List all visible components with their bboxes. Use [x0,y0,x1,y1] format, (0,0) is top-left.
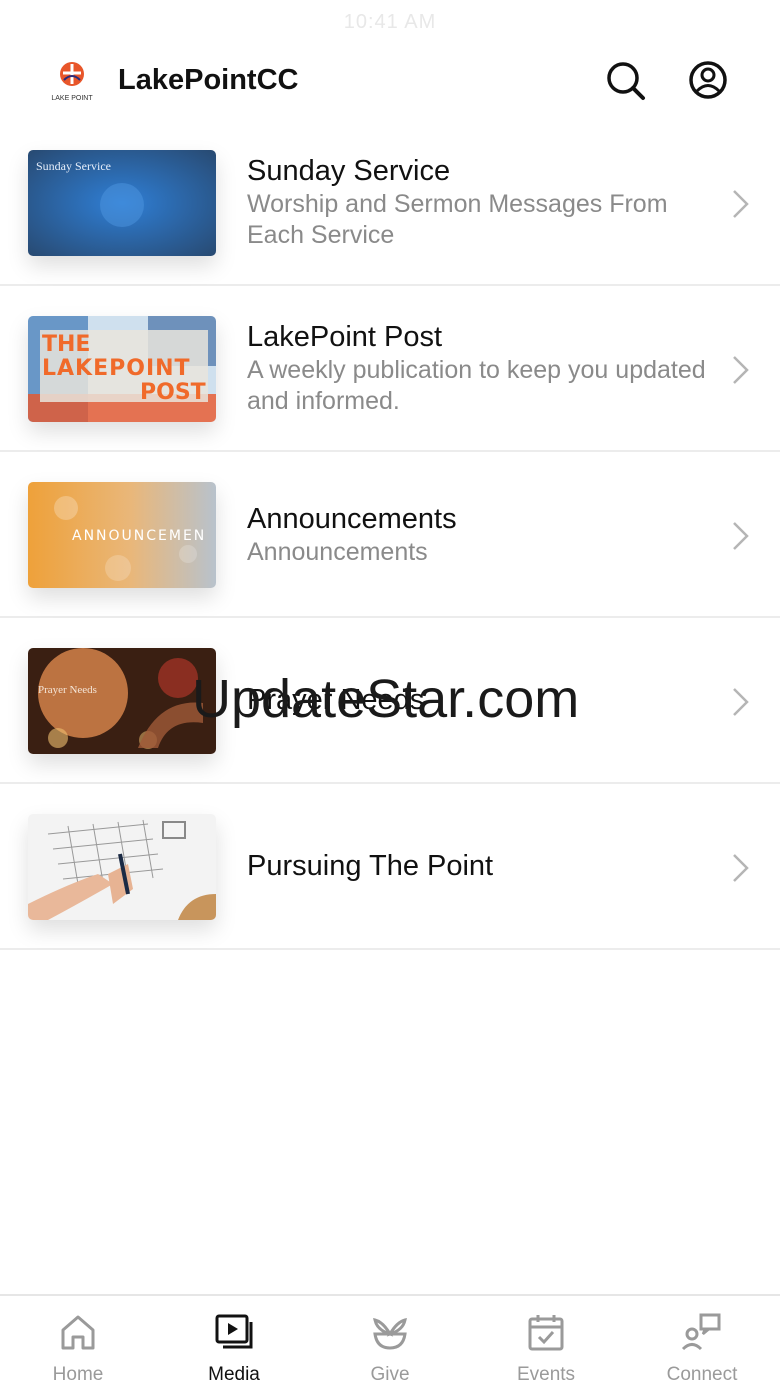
chevron-right-icon [733,688,749,716]
give-icon [373,1317,407,1350]
sunday-service-thumbnail: Sunday Service [28,150,216,256]
tab-events[interactable]: Events [468,1296,624,1387]
lakepoint-post-thumbnail: THE LAKEPOINT POST [28,316,216,422]
account-icon [689,61,727,99]
thumb-text-1: THE [42,332,90,357]
thumb-text: Prayer Needs [38,684,97,696]
thumb-text: Sunday Service [36,159,111,173]
item-title: Sunday Service [247,155,451,187]
item-title: Pursuing The Point [247,850,494,882]
tab-label: Events [516,1364,576,1385]
home-icon [61,1315,95,1350]
media-icon [215,1314,253,1349]
bottom-tab-bar: Home Media Give Events Connect [0,1294,780,1387]
tab-label: Media [208,1364,260,1385]
chevron-right-icon [733,356,749,384]
pursuing-the-point-thumbnail [28,814,216,920]
item-title: Announcements [247,502,457,535]
media-item-announcements[interactable]: ANNOUNCEMEN Announcements Announcements [0,452,780,618]
search-icon [607,62,645,100]
status-time: 10:41 AM [343,11,437,33]
account-button[interactable] [686,58,730,102]
item-subtitle: Announcements [247,537,428,566]
media-item-lakepoint-post[interactable]: THE LAKEPOINT POST LakePoint Post A week… [0,286,780,452]
tab-home[interactable]: Home [0,1296,156,1387]
chevron-right-icon [733,190,749,218]
tab-label: Give [370,1364,410,1385]
app-title: LakePointCC [118,64,299,96]
announcements-thumbnail: ANNOUNCEMEN [28,482,216,588]
chevron-right-icon [733,522,749,550]
tab-connect[interactable]: Connect [624,1296,780,1387]
tab-label: Connect [666,1364,738,1385]
status-bar: 10:41 AM [0,0,780,44]
tab-media[interactable]: Media [156,1296,312,1387]
logo-text: LAKE POINT [51,95,93,102]
item-title: Prayer Needs [247,684,425,716]
tab-label: Home [52,1364,104,1385]
thumb-text-3: POST [140,380,206,405]
media-item-pursuing-the-point[interactable]: Pursuing The Point [0,784,780,950]
item-subtitle: Worship and Sermon Messages From Each Se… [247,190,668,249]
connect-icon [681,1313,721,1351]
church-logo: LAKE POINT [50,60,94,104]
item-title: LakePoint Post [247,321,443,353]
events-icon [528,1315,564,1351]
media-item-sunday-service[interactable]: Sunday Service Sunday Service Worship an… [0,120,780,286]
prayer-needs-thumbnail: Prayer Needs [28,648,216,754]
item-subtitle: A weekly publication to keep you updated… [247,356,706,415]
tab-give[interactable]: Give [312,1296,468,1387]
chevron-right-icon [733,854,749,882]
app-header: LAKE POINT LakePointCC [0,44,780,120]
thumb-text-2: LAKEPOINT [42,356,191,381]
search-button[interactable] [603,58,647,102]
media-item-prayer-needs[interactable]: Prayer Needs Prayer Needs [0,618,780,784]
thumb-text: ANNOUNCEMEN [72,528,206,544]
media-list: Sunday Service Sunday Service Worship an… [0,120,780,950]
